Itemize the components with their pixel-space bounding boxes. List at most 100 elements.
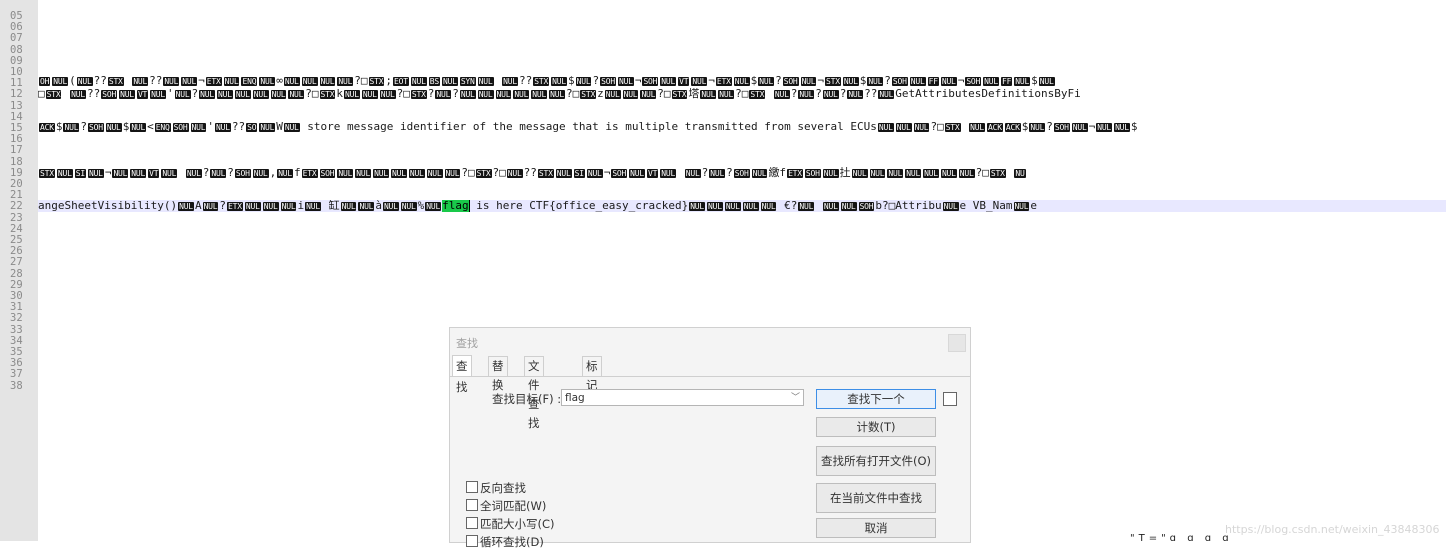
control-char-token: ENQ xyxy=(241,76,258,86)
control-char-token: NUL xyxy=(758,76,775,86)
control-char-token: NUL xyxy=(270,89,287,99)
control-char-token: FF xyxy=(927,76,939,86)
control-char-token: SOH xyxy=(733,168,750,178)
control-char-token: NUL xyxy=(586,168,603,178)
find-in-current-file-button[interactable]: 在当前文件中查找 xyxy=(816,483,936,513)
code-line-19-current[interactable]: angeSheetVisibility() NUL A NUL? ETX NUL NUL NU… xyxy=(38,200,1446,212)
control-char-token: NUL xyxy=(822,168,839,178)
find-next-button[interactable]: 查找下一个 xyxy=(816,389,936,409)
transparency-checkbox[interactable] xyxy=(943,392,957,406)
control-char-token: VT xyxy=(148,168,160,178)
control-char-token: NUL xyxy=(178,201,194,211)
code-text: b?□Attribu xyxy=(875,200,942,212)
control-char-token: NUL xyxy=(252,89,269,99)
control-char-token: VT xyxy=(678,76,690,86)
checkbox-match-case[interactable] xyxy=(466,517,478,529)
control-char-token: NUL xyxy=(181,76,198,86)
cancel-button[interactable]: 取消 xyxy=(816,518,936,538)
control-char-token: NUL xyxy=(459,89,476,99)
control-char-token: SOH xyxy=(782,76,799,86)
control-char-token: ETX xyxy=(301,168,318,178)
chevron-down-icon[interactable]: ﹀ xyxy=(791,390,800,407)
control-char-token: NUL xyxy=(400,201,417,211)
control-char-token: NUL xyxy=(798,201,815,211)
find-tab-body: 查找目标(F) : flag ﹀ 查找下一个 计数(T) 查找所有打开文件(O)… xyxy=(450,376,970,549)
control-char-token: NUL xyxy=(575,76,592,86)
control-char-token: NUL xyxy=(52,76,69,86)
code-text: $ xyxy=(122,121,130,133)
option-wrap-label: 循环查找(D) xyxy=(480,535,544,549)
control-char-token: SOH xyxy=(319,168,336,178)
control-char-token: ETX xyxy=(715,76,732,86)
control-char-token: NUL xyxy=(301,76,318,86)
code-text: ? xyxy=(202,167,210,179)
checkbox-whole-word[interactable] xyxy=(466,499,478,511)
control-char-token: SOH xyxy=(611,168,628,178)
code-text: ?? xyxy=(86,88,101,100)
control-char-token: NUL xyxy=(709,168,726,178)
control-char-token: NUL xyxy=(410,76,427,86)
control-char-token: STX xyxy=(533,76,550,86)
control-char-token: NUL xyxy=(923,168,939,178)
count-button[interactable]: 计数(T) xyxy=(816,417,936,437)
option-match-case-label: 匹配大小写(C) xyxy=(480,517,555,531)
control-char-token: NUL xyxy=(444,168,461,178)
code-line-15[interactable]: STX NUL SI NUL ¬ NUL NUL VT NUL NUL? NUL? SOH NUL, N… xyxy=(38,167,1446,179)
control-char-token: NUL xyxy=(379,89,396,99)
tab-replace[interactable]: 替换 xyxy=(488,356,508,392)
option-wrap[interactable]: 循环查找(D) xyxy=(466,535,544,550)
code-line-12[interactable]: ACK $ NUL? SOH NUL $ NUL < ENQ SOH NUL ' NUL?? SO NUL W… xyxy=(38,121,1446,133)
option-whole-word[interactable]: 全词匹配(W) xyxy=(466,499,546,514)
code-text: z xyxy=(597,88,604,100)
control-char-token: NUL xyxy=(549,89,565,99)
code-text: ? xyxy=(884,75,891,87)
option-match-case[interactable]: 匹配大小写(C) xyxy=(466,517,555,532)
control-char-token: NUL xyxy=(361,89,378,99)
control-char-token: SO xyxy=(246,122,258,132)
control-char-token: NUL xyxy=(684,168,701,178)
control-char-token: NUL xyxy=(691,76,708,86)
code-text: ?? xyxy=(231,121,246,133)
close-button[interactable] xyxy=(948,334,966,352)
control-char-token: STX xyxy=(944,122,961,132)
tab-find[interactable]: 查找 xyxy=(452,355,472,394)
code-line-09[interactable]: OH NUL(NUL?? STX NUL?? NUL NUL ¬ ETX NUL ENQ NUL ∞… xyxy=(38,75,1446,87)
code-text: ' xyxy=(167,88,174,100)
control-char-token: NUL xyxy=(277,168,294,178)
control-char-token: NUL xyxy=(513,89,530,99)
control-char-token: NUL xyxy=(847,89,864,99)
checkbox-wrap[interactable] xyxy=(466,535,478,547)
code-text: $ xyxy=(859,75,867,87)
code-line-10[interactable]: □ STX NUL?? SOH NUL VT NUL ' NUL? NUL NUL NUL NUL NU… xyxy=(38,88,1446,100)
code-text: i xyxy=(297,200,305,212)
find-target-label: 查找目标(F) : xyxy=(492,392,562,406)
find-target-input[interactable]: flag ﹀ xyxy=(561,389,804,406)
control-char-token: SOH xyxy=(87,122,104,132)
control-char-token: SOH xyxy=(858,201,875,211)
option-reverse[interactable]: 反向查找 xyxy=(466,481,526,496)
control-char-token: BS xyxy=(428,76,440,86)
control-char-token: NUL xyxy=(1014,76,1031,86)
find-all-open-files-button[interactable]: 查找所有打开文件(O) xyxy=(816,446,936,476)
code-text: ?□ xyxy=(657,88,671,100)
code-text: ¬ xyxy=(603,167,611,179)
tab-find-in-files[interactable]: 文件查找 xyxy=(524,356,544,430)
checkbox-reverse[interactable] xyxy=(466,481,478,493)
control-char-token: NUL xyxy=(551,76,567,86)
control-char-token: NUL xyxy=(822,201,839,211)
control-char-token: VT xyxy=(136,89,149,99)
control-char-token: STX xyxy=(749,89,766,99)
code-text: ? xyxy=(452,88,459,100)
control-char-token: NUL xyxy=(150,89,167,99)
control-char-token: NUL xyxy=(408,168,425,178)
control-char-token: STX xyxy=(671,89,688,99)
control-char-token: NUL xyxy=(119,89,135,99)
option-reverse-label: 反向查找 xyxy=(480,481,526,495)
control-char-token: NUL xyxy=(355,168,372,178)
control-char-token: NUL xyxy=(56,168,73,178)
control-char-token: NUL xyxy=(1114,122,1130,132)
control-char-token: NUL xyxy=(622,89,639,99)
tab-mark[interactable]: 标记 xyxy=(582,356,602,392)
